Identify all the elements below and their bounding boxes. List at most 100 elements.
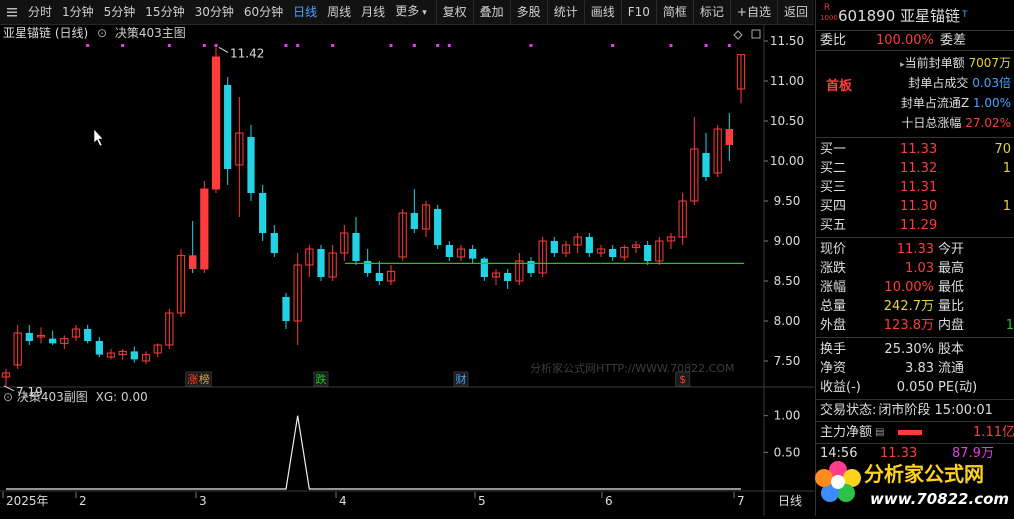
chart-grid — [0, 25, 814, 516]
f10-button[interactable]: F10 — [620, 0, 656, 24]
period-30min[interactable]: 30分钟 — [190, 0, 239, 24]
add-watchlist-button[interactable]: +自选 — [729, 0, 777, 24]
stat-label: 涨跌 — [820, 261, 847, 276]
stat-label: PE(动) — [938, 380, 978, 395]
bid-volume: 70 — [994, 142, 1011, 157]
sub-y-tick-label: 1.00 — [774, 409, 801, 423]
bid-price: 11.33 — [900, 142, 938, 157]
stat-value — [978, 240, 1014, 259]
candle-body — [259, 193, 267, 233]
bid-label: 买五 — [820, 218, 847, 233]
info-row: 封单占流通Z 1.00% — [816, 93, 1014, 113]
info-label: 封单占成交 — [908, 76, 969, 90]
stat-label: 最高 — [938, 261, 965, 276]
info-label: 当前封单额 — [904, 56, 965, 70]
flower-logo-icon — [815, 461, 861, 502]
trade-status: 交易状态: 闭市阶段 15:00:01 — [816, 400, 1014, 422]
stat-value: 11.33 — [896, 242, 934, 257]
chevron-down-icon: ▾ — [422, 8, 427, 18]
stat-row: 外盘 123.8万 内盘 1 — [816, 316, 1014, 335]
period-more[interactable]: 更多 ▾ — [390, 0, 432, 25]
signal-dot — [704, 44, 708, 47]
bid-price: 11.31 — [900, 180, 938, 195]
candle-body — [130, 351, 138, 360]
stats-button[interactable]: 统计 — [546, 0, 584, 24]
simple-frame-button[interactable]: 简框 — [655, 0, 693, 24]
signal-dot — [727, 44, 731, 47]
bid-row[interactable]: 买一 11.33 70 — [816, 140, 1014, 159]
stat-label: 外盘 — [820, 318, 847, 333]
signal-dot — [296, 44, 300, 47]
candle-body — [84, 329, 92, 341]
signal-dot — [284, 44, 288, 47]
period-intraday[interactable]: 分时 — [23, 0, 57, 24]
bid-row[interactable]: 买五 11.29 — [816, 216, 1014, 235]
stat-label: 换手 — [820, 342, 847, 357]
stat-row: 涨跌 1.03 最高 — [816, 259, 1014, 278]
period-monthly[interactable]: 月线 — [356, 0, 390, 24]
net-flow-bar — [898, 430, 923, 435]
bid-row[interactable]: 买三 11.31 — [816, 178, 1014, 197]
logo-text: 分析家公式网 — [864, 462, 984, 486]
period-1min[interactable]: 1分钟 — [57, 0, 99, 24]
candle-body — [247, 137, 255, 193]
orderbook: 买一 11.33 70 买二 11.32 1 买三 11.31 买四 11.30 1 买五 11… — [816, 138, 1014, 238]
menu-icon[interactable] — [4, 4, 20, 20]
quote-header: R 1000 601890 亚星锚链 T — [816, 0, 1014, 31]
period-5min[interactable]: 5分钟 — [99, 0, 141, 24]
stat-value: 25.30% — [884, 342, 934, 357]
adjust-button[interactable]: 复权 — [435, 0, 473, 24]
candle-body — [352, 233, 360, 261]
signal-dot — [529, 44, 533, 47]
high-pointer — [218, 46, 229, 53]
period-15min[interactable]: 15分钟 — [140, 0, 189, 24]
mark-button[interactable]: 标记 — [692, 0, 730, 24]
bid-volume — [970, 216, 1011, 235]
sub-y-tick-label: 0.50 — [774, 445, 801, 459]
bid-volume: 1 — [1002, 199, 1011, 214]
stat-label: 现价 — [820, 242, 847, 257]
list-icon[interactable]: ▤ — [875, 422, 884, 443]
chart-title: 亚星锚链 (日线) ⊙ 决策403主图 — [3, 25, 186, 41]
quote-stats: 现价 11.33 今开 涨跌 1.03 最高 涨幅 10.00% 最低 总量 242.7万 量比… — [816, 238, 1014, 338]
back-button[interactable]: 返回 — [776, 0, 814, 24]
maximize-icon — [751, 29, 761, 39]
marker-label: 榜 — [199, 372, 210, 386]
y-tick-label: 9.50 — [774, 194, 801, 208]
sub-indicator-name[interactable]: 决策403副图 — [17, 390, 88, 404]
candle-body — [25, 333, 33, 341]
high-label: 11.42 — [230, 46, 264, 60]
candle-body — [445, 245, 453, 257]
indicator-name[interactable]: 决策403主图 — [115, 26, 186, 40]
stat-value: 1.03 — [905, 261, 934, 276]
net-flow-label: 主力净额 — [820, 425, 873, 440]
candle-body — [270, 233, 278, 253]
candle-body — [95, 341, 103, 355]
chart-area[interactable]: 分析家公式网HTTP://WWW.70822.COM 11.42 7.19 涨榜跌财… — [0, 25, 814, 516]
bid-row[interactable]: 买四 11.30 1 — [816, 197, 1014, 216]
info-value: 0.03倍 — [972, 76, 1011, 90]
limit-up-body — [189, 255, 197, 269]
stat-value — [978, 259, 1014, 278]
weibi-row: 委比 100.00% 委差 — [816, 31, 1014, 51]
kline-chart[interactable]: 分析家公式网HTTP://WWW.70822.COM 11.427.19涨榜跌财… — [0, 25, 814, 516]
candle-body — [644, 245, 652, 261]
marker-label: 跌 — [316, 372, 327, 386]
overlay-button[interactable]: 叠加 — [472, 0, 510, 24]
sub-settings-icon[interactable]: ⊙ — [3, 390, 13, 404]
stat-row: 净资 3.83 流通 — [816, 359, 1014, 378]
multi-stock-button[interactable]: 多股 — [509, 0, 547, 24]
candle-body — [504, 273, 512, 281]
draw-button[interactable]: 画线 — [583, 0, 621, 24]
settings-icon[interactable]: ⊙ — [97, 26, 107, 40]
stat-label: 收益(-) — [820, 380, 861, 395]
signal-dot — [447, 44, 451, 47]
stat-label: 最低 — [938, 280, 965, 295]
candle-body — [585, 237, 593, 253]
period-daily[interactable]: 日线 — [288, 0, 322, 24]
period-60min[interactable]: 60分钟 — [239, 0, 288, 24]
marker-dots — [86, 44, 731, 47]
stock-code-name[interactable]: 601890 亚星锚链 — [838, 5, 960, 26]
period-weekly[interactable]: 周线 — [322, 0, 356, 24]
bid-row[interactable]: 买二 11.32 1 — [816, 159, 1014, 178]
